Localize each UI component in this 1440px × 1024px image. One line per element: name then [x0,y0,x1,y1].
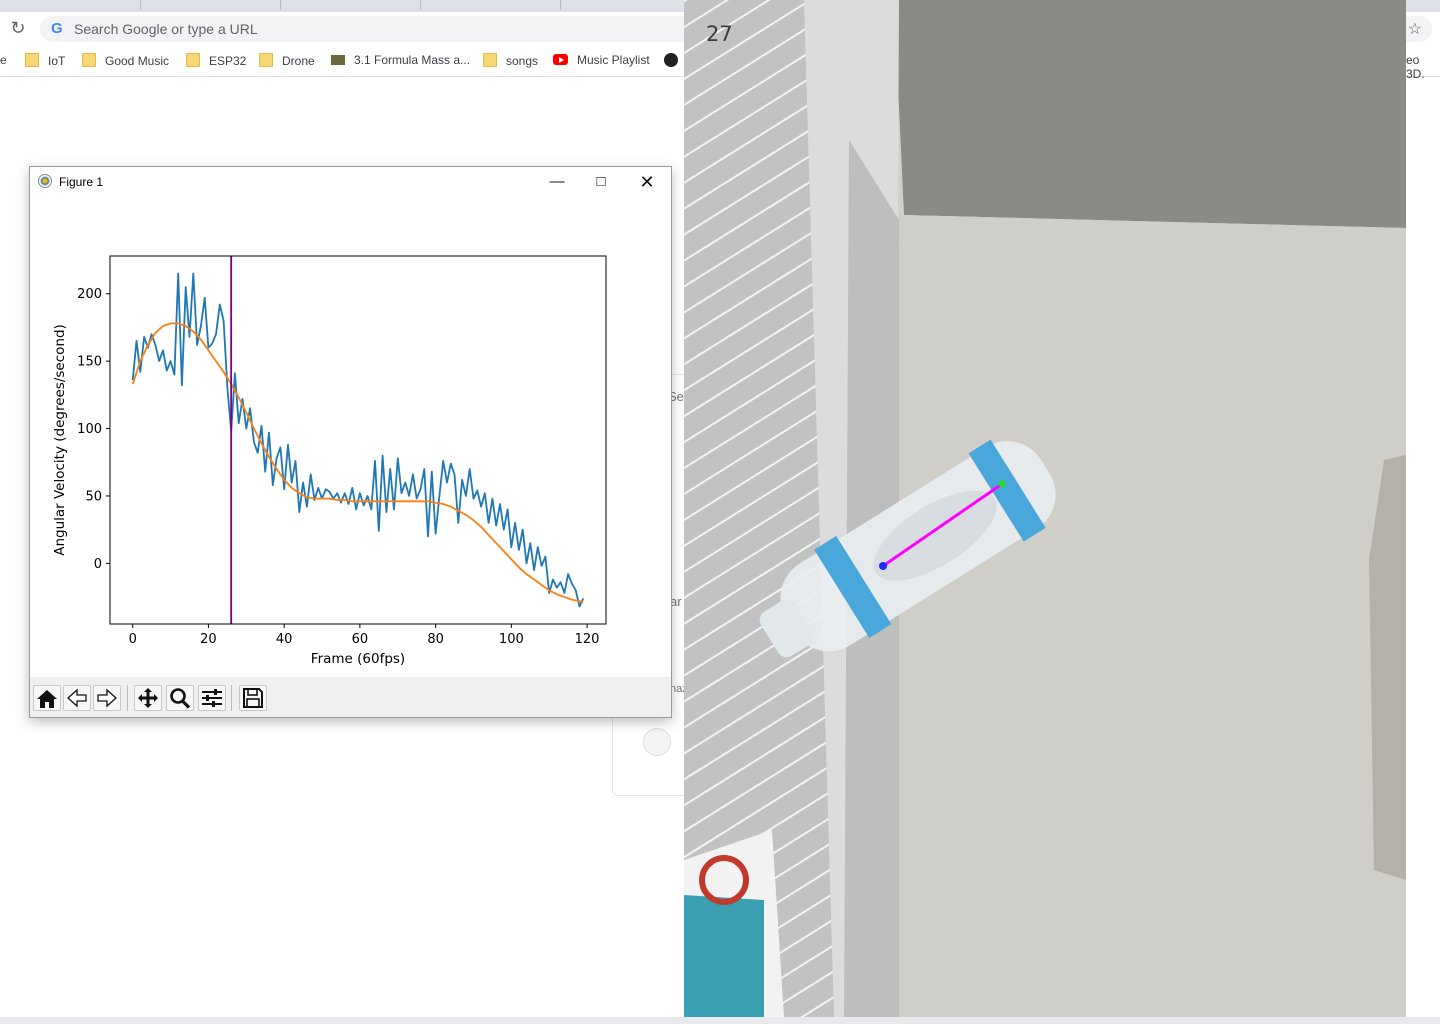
bookmark-overflow[interactable]: eo 3D. [1406,46,1440,81]
toolbar-separator [231,685,232,711]
angular-velocity-chart: 0 20 40 60 80 100 120 0 50 100 150 200 Frame (60fps)… [52,255,607,667]
youtube-icon [553,54,568,65]
browser-tab[interactable] [560,0,701,10]
y-tick-label: 100 [77,422,102,437]
book-icon [331,55,345,65]
home-button[interactable] [33,685,61,711]
bookmark-item[interactable]: Drone [259,53,315,69]
folder-icon [25,53,39,67]
back-arrow-icon [67,688,87,708]
back-button[interactable] [63,685,91,711]
x-tick-label: 40 [276,632,293,647]
close-icon[interactable]: ✕ [632,171,662,193]
bookmark-item[interactable]: e [0,53,7,69]
figure-toolbar [30,677,671,717]
reload-icon[interactable]: ↻ [8,18,28,38]
frame-number: 27 [706,22,733,46]
bookmark-item[interactable]: songs [483,53,538,69]
github-icon [664,53,678,67]
folder-icon [82,53,96,67]
sliders-icon [202,689,222,707]
folder-icon [259,53,273,67]
bottom-bar [0,1017,1440,1024]
bookmark-item[interactable]: Music Playlist [553,53,650,69]
baseball-image [643,728,671,756]
x-tick-label: 20 [200,632,217,647]
zoom-icon [170,688,191,709]
x-tick-label: 100 [499,632,524,647]
folder-icon [186,53,200,67]
bookmark-item[interactable]: ESP32 [186,53,246,69]
matplotlib-icon [38,174,52,188]
address-bar-placeholder: Search Google or type a URL [74,21,258,37]
x-tick-label: 120 [575,632,600,647]
home-icon [37,690,57,708]
zoom-button[interactable] [166,685,194,711]
x-tick-label: 60 [352,632,369,647]
pan-icon [138,688,158,708]
y-tick-label: 50 [85,489,102,504]
bookmark-star-icon[interactable]: ☆ [1408,19,1422,39]
x-tick-label: 80 [427,632,444,647]
folder-icon [483,53,497,67]
pan-button[interactable] [134,685,162,711]
minimize-icon[interactable]: — [542,171,572,193]
camera-image [684,0,1406,1017]
maximize-icon[interactable]: □ [586,171,616,193]
save-icon [243,688,263,708]
figure-title: Figure 1 [59,175,104,189]
x-axis-label: Frame (60fps) [311,651,405,667]
bookmark-item[interactable]: 3.1 Formula Mass a... [331,53,470,69]
toolbar-separator [127,685,128,711]
save-button[interactable] [239,685,267,711]
y-tick-label: 150 [77,355,102,370]
y-axis-label: Angular Velocity (degrees/second) [52,324,68,556]
video-frame: 27 [684,0,1406,1017]
forward-arrow-icon [97,688,117,708]
browser-tab[interactable] [280,0,421,10]
browser-tab[interactable] [0,0,141,10]
browser-tab[interactable] [420,0,561,10]
figure-window: Figure 1 — □ ✕ 0 20 40 60 80 100 120 0 50 100 150 2… [29,166,672,718]
y-tick-label: 0 [94,557,102,572]
forward-button[interactable] [93,685,121,711]
y-tick-label: 200 [77,287,102,302]
figure-titlebar[interactable]: Figure 1 — □ ✕ [30,167,671,197]
google-icon: G [51,20,63,37]
x-tick-label: 0 [129,632,137,647]
bookmark-item[interactable]: IoT [25,53,65,69]
configure-subplots-button[interactable] [198,685,226,711]
bookmark-item[interactable] [664,53,678,69]
browser-tab[interactable] [140,0,281,10]
bookmark-item[interactable]: Good Music [82,53,169,69]
